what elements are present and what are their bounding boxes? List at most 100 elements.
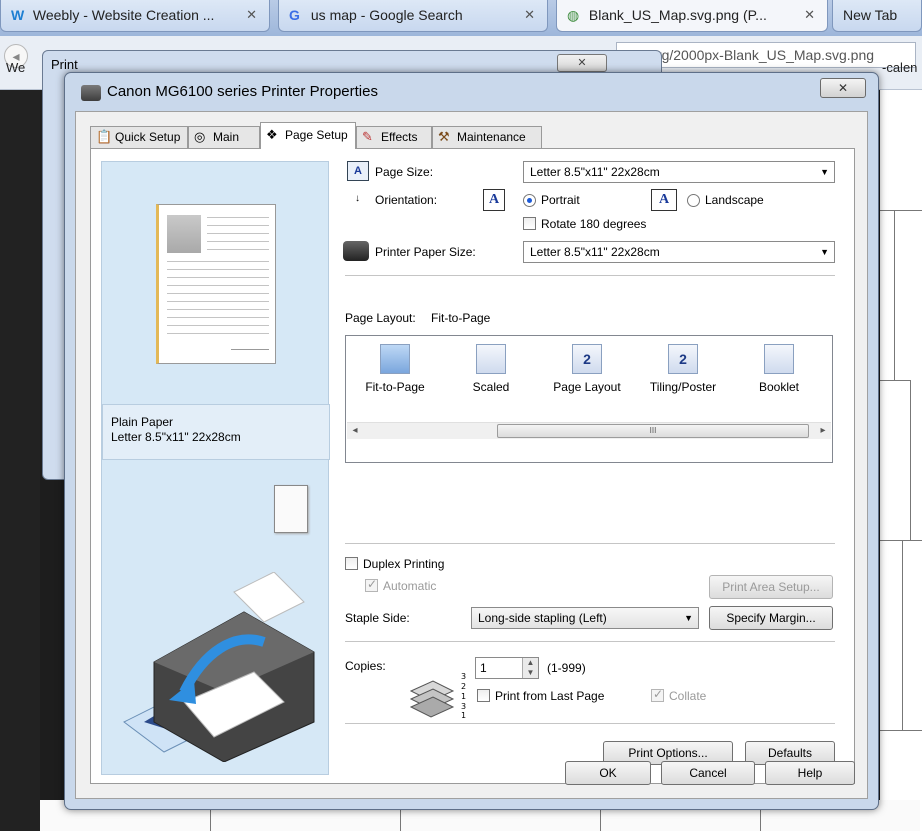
orientation-label: Orientation: (375, 193, 438, 207)
help-button[interactable]: Help (765, 761, 855, 785)
printer-icon (81, 85, 101, 101)
svg-text:3: 3 (461, 672, 466, 681)
page-size-value: Letter 8.5"x11" 22x28cm (530, 165, 660, 179)
specify-margin-button[interactable]: Specify Margin... (709, 606, 833, 630)
media-info: Plain Paper Letter 8.5"x11" 22x28cm (102, 404, 330, 460)
page-size-icon: A (347, 161, 369, 181)
page-layout-label: Page Layout: (345, 311, 416, 325)
tab-main[interactable]: ◎ Main (188, 126, 260, 148)
svg-text:3: 3 (461, 702, 466, 711)
layout-item-label: Fit-to-Page (365, 380, 425, 394)
page-background (0, 90, 40, 831)
scroll-left-icon[interactable]: ◂ (347, 423, 363, 439)
tiling-poster-icon: 2 (668, 344, 698, 374)
page-size-label: Page Size: (375, 165, 434, 179)
maintenance-icon: ⚒ (438, 129, 450, 144)
printer-illustration-icon (123, 572, 315, 762)
copies-value: 1 (480, 661, 487, 675)
tab-maintenance[interactable]: ⚒ Maintenance (432, 126, 542, 148)
browser-tab-label: Weebly - Website Creation ... (32, 7, 215, 23)
portrait-icon: A (483, 189, 505, 211)
tab-page-setup[interactable]: ❖ Page Setup (260, 122, 356, 149)
browser-tab-blank-map[interactable]: ◍ Blank_US_Map.svg.png (P... ✕ (556, 0, 828, 32)
browser-tab-label: Blank_US_Map.svg.png (P... (588, 7, 767, 23)
booklet-icon (764, 344, 794, 374)
cancel-button[interactable]: Cancel (661, 761, 755, 785)
ok-button[interactable]: OK (565, 761, 651, 785)
browser-tab-weebly[interactable]: W Weebly - Website Creation ... ✕ (0, 0, 270, 32)
horizontal-scrollbar[interactable]: ◂ III ▸ (347, 422, 831, 439)
spinner-arrows-icon[interactable]: ▲ ▼ (522, 658, 538, 678)
page-layout-current: Fit-to-Page (431, 311, 491, 325)
landscape-label: Landscape (705, 193, 764, 207)
page-size-select[interactable]: Letter 8.5"x11" 22x28cm ▼ (523, 161, 835, 183)
google-icon: G (289, 7, 300, 23)
effects-icon: ✎ (362, 129, 373, 144)
collate-checkbox[interactable]: ✓ (651, 687, 664, 702)
page-setup-panel: Plain Paper Letter 8.5"x11" 22x28cm A Pa… (90, 148, 855, 784)
printer-paper-size-select[interactable]: Letter 8.5"x11" 22x28cm ▼ (523, 241, 835, 263)
address-text: lap.svg/2000px-Blank_US_Map.svg.png (625, 47, 875, 63)
automatic-checkbox[interactable]: ✓ (365, 577, 378, 592)
print-from-last-page-label: Print from Last Page (495, 689, 605, 703)
bookmark-item-left[interactable]: We (6, 60, 25, 75)
print-window-close-button[interactable]: ✕ (557, 54, 607, 72)
tab-effects[interactable]: ✎ Effects (356, 126, 432, 148)
bookmark-item-right[interactable]: -calen (882, 60, 917, 75)
media-type: Plain Paper (111, 415, 174, 429)
scroll-right-icon[interactable]: ▸ (815, 423, 831, 439)
print-window-title: Print (51, 57, 78, 72)
fit-to-page-icon (380, 344, 410, 374)
layout-tiling-poster[interactable]: 2 Tiling/Poster (638, 344, 728, 394)
page-setup-icon: ❖ (266, 127, 278, 142)
divider (345, 275, 835, 276)
layout-item-label: Page Layout (553, 380, 621, 394)
close-icon[interactable]: ✕ (804, 0, 815, 30)
print-area-setup-button[interactable]: Print Area Setup... (709, 575, 833, 599)
rotate-180-checkbox[interactable] (523, 217, 536, 230)
weebly-icon: W (11, 7, 25, 23)
layout-booklet[interactable]: Booklet (734, 344, 824, 394)
staple-side-select[interactable]: Long-side stapling (Left) ▼ (471, 607, 699, 629)
browser-tab-label: us map - Google Search (310, 7, 463, 23)
wikimedia-icon: ◍ (567, 7, 580, 23)
tab-label: Page Setup (285, 128, 348, 142)
arrow-down-icon: ↓ (355, 193, 360, 204)
duplex-printing-checkbox[interactable] (345, 557, 358, 570)
portrait-radio[interactable] (523, 194, 536, 207)
browser-tab-new[interactable]: New Tab (832, 0, 922, 32)
print-from-last-page-checkbox[interactable] (477, 689, 490, 702)
layout-page-layout[interactable]: 2 Page Layout (542, 344, 632, 394)
chevron-down-icon: ▼ (820, 167, 829, 177)
quick-setup-icon: 📋 (96, 129, 113, 144)
browser-tab-google[interactable]: G us map - Google Search ✕ (278, 0, 548, 32)
media-size: Letter 8.5"x11" 22x28cm (111, 430, 241, 444)
dialog-close-button[interactable]: ✕ (820, 78, 866, 98)
tab-label: Quick Setup (115, 130, 181, 144)
printer-paper-icon (343, 241, 369, 261)
layout-scaled[interactable]: Scaled (446, 344, 536, 394)
close-icon[interactable]: ✕ (246, 0, 257, 30)
main-icon: ◎ (194, 129, 206, 144)
layout-item-label: Booklet (758, 380, 800, 394)
paper-orientation-icon (274, 485, 308, 533)
printer-properties-dialog: Canon MG6100 series Printer Properties ✕… (64, 72, 879, 810)
layout-item-label: Scaled (472, 380, 510, 394)
page-layout-list: Fit-to-Page Scaled 2 Page Layout 2 Tilin… (345, 335, 833, 463)
tab-label: Main (213, 130, 240, 144)
copies-input[interactable]: 1 ▲ ▼ (475, 657, 539, 679)
chevron-down-icon: ▼ (820, 247, 829, 257)
scrollbar-thumb[interactable]: III (497, 424, 809, 438)
tab-quick-setup[interactable]: 📋 Quick Setup (90, 126, 188, 148)
map-image (880, 90, 922, 831)
scaled-icon (476, 344, 506, 374)
printer-paper-size-value: Letter 8.5"x11" 22x28cm (530, 245, 660, 259)
landscape-icon: A (651, 189, 677, 211)
divider (345, 641, 835, 642)
close-icon[interactable]: ✕ (524, 0, 535, 30)
landscape-radio[interactable] (687, 194, 700, 207)
preview-pane: Plain Paper Letter 8.5"x11" 22x28cm (101, 161, 330, 775)
automatic-label: Automatic (383, 579, 437, 593)
layout-fit-to-page[interactable]: Fit-to-Page (350, 344, 440, 394)
page-layout-icon: 2 (572, 344, 602, 374)
